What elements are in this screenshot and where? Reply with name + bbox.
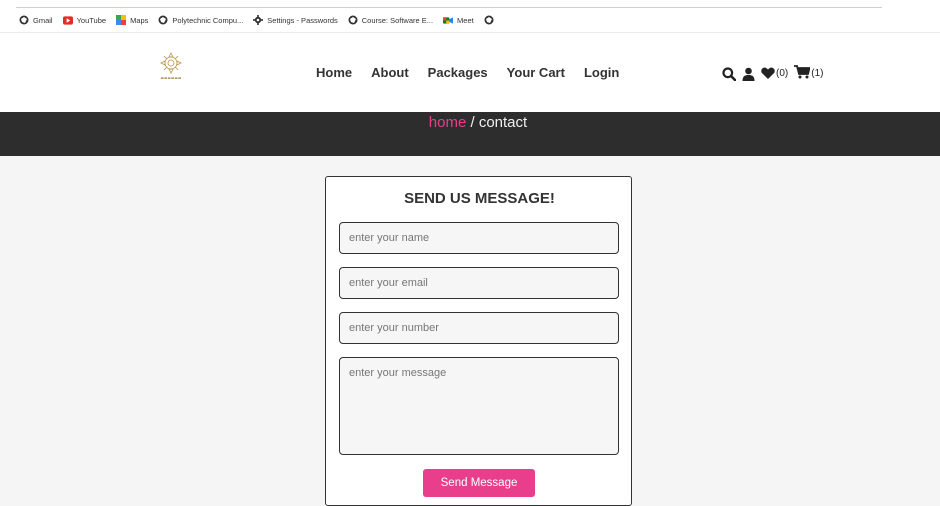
- globe-icon: [19, 15, 29, 25]
- cart-button[interactable]: (1): [794, 64, 823, 83]
- email-input[interactable]: [339, 267, 619, 299]
- cart-count: (1): [811, 68, 824, 79]
- logo-emblem-icon: [160, 52, 182, 74]
- page-banner: home / contact: [0, 112, 940, 156]
- bookmark-list: Gmail YouTube Maps Polytechnic Compu... …: [19, 15, 508, 25]
- send-message-button[interactable]: Send Message: [423, 469, 535, 497]
- bookmark-label: Course: Software E...: [361, 15, 434, 25]
- bookmark-maps[interactable]: Maps: [116, 15, 148, 25]
- name-input[interactable]: [339, 222, 619, 254]
- gear-icon: [253, 15, 264, 25]
- breadcrumb-home-link[interactable]: home: [429, 114, 467, 131]
- bookmarks-bar: Gmail YouTube Maps Polytechnic Compu... …: [0, 0, 940, 33]
- nav-login[interactable]: Login: [584, 65, 619, 80]
- form-title: SEND US MESSAGE!: [404, 190, 555, 207]
- nav-your-cart[interactable]: Your Cart: [507, 65, 565, 80]
- globe-icon: [484, 15, 494, 25]
- heart-icon: [761, 64, 775, 83]
- bookmarks-divider: [16, 7, 882, 8]
- nav-packages[interactable]: Packages: [428, 65, 488, 80]
- bookmark-meet[interactable]: Meet: [443, 15, 474, 25]
- nav-about[interactable]: About: [371, 65, 409, 80]
- bookmark-label: Gmail: [33, 15, 53, 25]
- breadcrumb-separator: /: [466, 114, 479, 131]
- wishlist-button[interactable]: (0): [761, 64, 788, 83]
- user-icon[interactable]: [742, 67, 755, 81]
- header-icons: (0) (1): [722, 64, 829, 83]
- contact-form: SEND US MESSAGE! Send Message: [325, 176, 632, 506]
- bookmark-unnamed[interactable]: [484, 15, 498, 25]
- bookmark-polytechnic[interactable]: Polytechnic Compu...: [158, 15, 243, 25]
- bookmark-course[interactable]: Course: Software E...: [348, 15, 433, 25]
- bookmark-youtube[interactable]: YouTube: [62, 15, 107, 25]
- wishlist-count: (0): [776, 68, 789, 79]
- number-input[interactable]: [339, 312, 619, 344]
- youtube-icon: [62, 15, 73, 25]
- bookmark-label: Settings - Passwords: [267, 15, 338, 25]
- meet-icon: [443, 15, 454, 25]
- message-textarea[interactable]: [339, 357, 619, 455]
- globe-icon: [348, 15, 358, 25]
- bookmark-label: Maps: [130, 15, 149, 25]
- breadcrumb: home / contact: [0, 112, 940, 134]
- bookmark-label: Meet: [457, 15, 474, 25]
- cart-icon: [794, 64, 811, 83]
- bookmark-label: Polytechnic Compu...: [172, 15, 244, 25]
- globe-icon: [158, 15, 168, 25]
- bookmark-gmail[interactable]: Gmail: [19, 15, 53, 25]
- search-icon[interactable]: [722, 66, 736, 81]
- maps-icon: [116, 15, 127, 25]
- main-nav: Home About Packages Your Cart Login: [316, 65, 638, 80]
- bookmark-label: YouTube: [76, 15, 107, 25]
- breadcrumb-current: contact: [478, 114, 528, 131]
- site-header: ▬▬▬▬▬▬ Home About Packages Your Cart Log…: [0, 33, 940, 112]
- nav-home[interactable]: Home: [316, 65, 352, 80]
- logo-wordmark: ▬▬▬▬▬▬: [160, 76, 182, 80]
- site-logo[interactable]: ▬▬▬▬▬▬: [148, 51, 194, 91]
- bookmark-settings-passwords[interactable]: Settings - Passwords: [253, 15, 338, 25]
